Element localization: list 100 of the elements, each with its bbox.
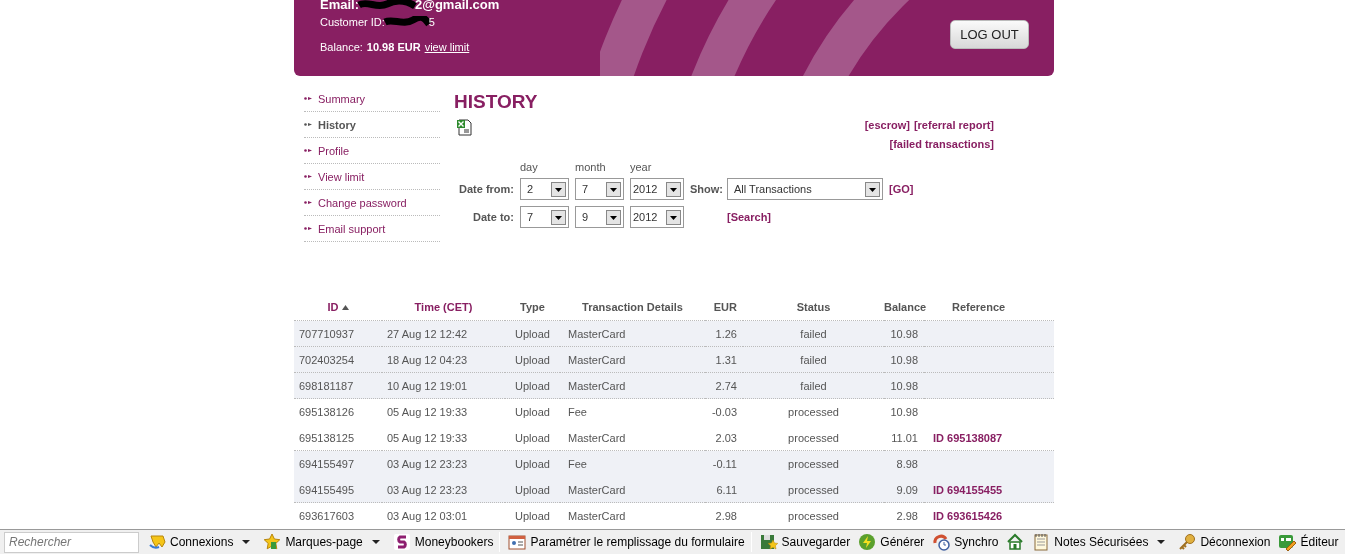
toolbar-button[interactable]: Sauvegarder	[781, 535, 851, 549]
column-header: Balance	[884, 301, 927, 313]
toolbar-button[interactable]: Déconnexion	[1200, 535, 1271, 549]
sidebar-item[interactable]: History	[318, 118, 356, 131]
table-cell: Upload	[515, 353, 550, 366]
bullet-icon	[304, 96, 313, 101]
toolbar-button[interactable]: Marques-page	[285, 535, 363, 549]
caret-icon[interactable]	[370, 539, 381, 545]
table-cell: -0.03	[711, 405, 737, 418]
date-dropdown[interactable]: 2012	[630, 178, 684, 200]
table-cell: 03 Aug 12 23:23	[387, 483, 468, 496]
s-logo-icon[interactable]	[392, 533, 411, 551]
table-cell: 10.98	[890, 379, 918, 392]
table-cell: MasterCard	[568, 509, 626, 522]
sidebar-item[interactable]: Profile	[318, 144, 350, 157]
table-cell: processed	[788, 457, 839, 470]
toolbar-button[interactable]: Générer	[880, 535, 925, 549]
table-cell: 698181187	[299, 379, 354, 392]
save-star-icon[interactable]	[759, 533, 778, 551]
table-cell: 2.03	[715, 431, 737, 444]
table-cell: processed	[788, 509, 839, 522]
toolbar-button[interactable]: Synchro	[954, 535, 999, 549]
report-link[interactable]: [referral report]	[913, 119, 994, 131]
table-cell: MasterCard	[568, 353, 626, 366]
field-caption: day	[520, 161, 539, 173]
bullet-icon	[304, 200, 313, 205]
table-cell: 03 Aug 12 23:23	[387, 457, 468, 470]
search-link[interactable]: [Search]	[727, 211, 772, 223]
date-dropdown[interactable]: 2	[520, 178, 569, 200]
table-cell: MasterCard	[568, 431, 626, 444]
column-header: Reference	[952, 301, 1006, 313]
date-dropdown[interactable]: 9	[575, 206, 624, 228]
table-cell: Fee	[568, 405, 587, 418]
table-cell: -0.11	[712, 457, 737, 470]
table-cell: 10.98	[890, 327, 918, 340]
table-cell: failed	[800, 379, 827, 392]
edit-icon[interactable]	[1278, 533, 1297, 551]
star-icon[interactable]	[263, 533, 282, 551]
column-header[interactable]: Time (CET)	[414, 301, 473, 313]
table-cell: Upload	[515, 509, 550, 522]
bullet-icon	[304, 148, 313, 153]
report-link[interactable]: [failed transactions]	[889, 138, 994, 150]
date-dropdown[interactable]: 7	[520, 206, 569, 228]
table-cell: 6.11	[716, 483, 737, 496]
caret-icon[interactable]	[1156, 539, 1167, 545]
toolbar-button[interactable]: Notes Sécurisées	[1054, 535, 1149, 549]
table-cell: 694155495	[299, 483, 355, 496]
table-cell: Upload	[515, 457, 550, 470]
toolbar-button[interactable]: Moneybookers	[414, 535, 494, 549]
toolbar-button[interactable]: Éditeur	[1300, 535, 1339, 549]
table-cell: 695138125	[299, 431, 355, 444]
notepad-icon[interactable]	[1032, 533, 1051, 551]
redaction-mark	[357, 0, 417, 11]
table-cell: 707710937	[299, 327, 355, 340]
home-icon[interactable]	[1006, 533, 1025, 551]
date-dropdown[interactable]: 7	[575, 178, 624, 200]
sidebar-item[interactable]: Change password	[318, 196, 407, 209]
column-header[interactable]: ID	[327, 301, 339, 313]
redaction-mark	[382, 15, 431, 28]
table-cell: MasterCard	[568, 327, 626, 340]
table-cell: Upload	[515, 327, 550, 340]
reference-id: ID 695138087	[933, 431, 1003, 444]
table-cell: 05 Aug 12 19:33	[387, 405, 468, 418]
date-dropdown[interactable]: 2012	[630, 206, 684, 228]
sidebar-item[interactable]: View limit	[318, 170, 365, 183]
table-cell: 695138126	[299, 405, 355, 418]
table-cell: MasterCard	[568, 483, 626, 496]
bullet-icon	[304, 122, 313, 127]
field-caption: month	[575, 161, 607, 173]
sidebar-item[interactable]: Email support	[318, 222, 386, 235]
transaction-filter-dropdown[interactable]: All Transactions	[727, 178, 883, 200]
table-cell: 2.98	[896, 509, 918, 522]
column-header: Type	[520, 301, 545, 313]
table-cell: MasterCard	[568, 379, 626, 392]
sidebar-item[interactable]: Summary	[318, 92, 366, 105]
caret-icon[interactable]	[241, 539, 252, 545]
table-cell: 9.09	[896, 483, 918, 496]
table-cell: failed	[800, 327, 827, 340]
go-link[interactable]: [GO]	[889, 183, 914, 195]
page-title: HISTORY	[454, 91, 539, 113]
sync-clock-icon[interactable]	[932, 533, 951, 551]
lightning-icon[interactable]	[858, 533, 877, 551]
customer-id-label: Customer ID:	[320, 15, 385, 28]
reference-id: ID 693615426	[933, 509, 1003, 522]
table-cell: processed	[788, 483, 839, 496]
toolbar-button[interactable]: Paramétrer le remplissage du formulaire	[530, 535, 745, 549]
date-from-label: Date from:	[458, 183, 514, 195]
table-cell: 693617603	[299, 509, 355, 522]
column-header: Status	[796, 301, 831, 313]
report-link[interactable]: [escrow]	[864, 119, 910, 131]
key-icon[interactable]	[1178, 533, 1197, 551]
view-limit-link[interactable]: view limit	[424, 40, 470, 53]
logout-button[interactable]: LOG OUT	[950, 20, 1029, 49]
form-card-icon[interactable]	[508, 533, 527, 551]
toolbar-button[interactable]: Connexions	[170, 535, 234, 549]
reference-id: ID 694155455	[933, 483, 1003, 496]
balance-amount: 10.98 EUR	[366, 40, 421, 53]
bullet-icon	[304, 174, 313, 179]
show-label: Show:	[690, 183, 723, 195]
table-cell: 8.98	[896, 457, 918, 470]
